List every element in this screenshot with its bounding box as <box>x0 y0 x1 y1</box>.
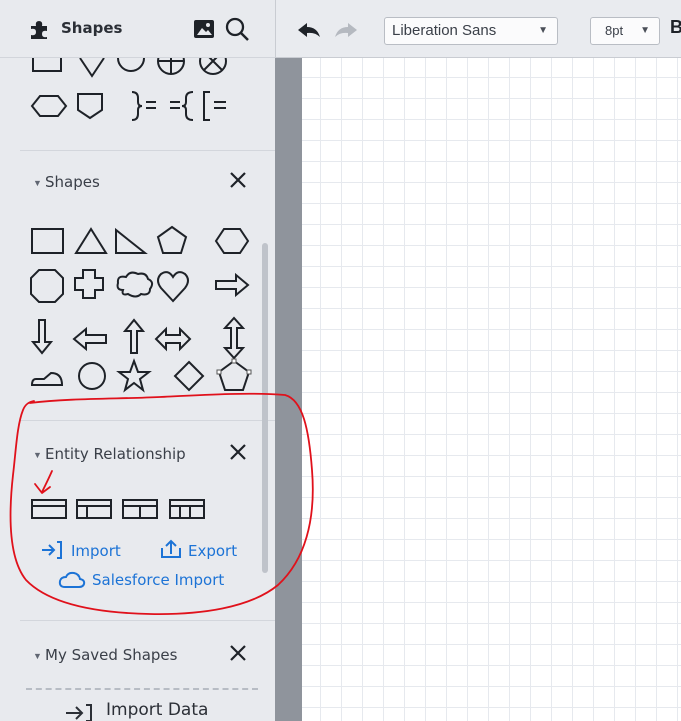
shape-heart[interactable] <box>157 271 189 303</box>
bold-button[interactable]: B <box>670 17 681 38</box>
close-icon[interactable] <box>226 168 250 192</box>
shape-octagon[interactable] <box>30 269 64 303</box>
top-toolbar: Liberation Sans ▼ 8pt ▼ B <box>275 0 681 58</box>
close-icon[interactable] <box>226 641 250 665</box>
sidebar-header: Shapes <box>0 0 275 58</box>
shape-bracket[interactable] <box>203 91 210 121</box>
section-header-entity-relationship[interactable]: ▼ Entity Relationship <box>0 430 275 480</box>
basic-shapes-grid <box>0 222 270 407</box>
saved-shapes-dropzone[interactable] <box>26 688 258 690</box>
app-window: ▼ Shapes ▼ Entity Relationship Import Ex… <box>0 0 681 721</box>
shape-offpage-reference[interactable] <box>77 93 103 120</box>
shape-double-arrow-horizontal[interactable] <box>154 326 192 352</box>
entity-shape-1[interactable] <box>31 499 67 519</box>
shape-manual-input[interactable] <box>30 371 64 386</box>
shape-pentagon[interactable] <box>156 225 188 254</box>
redo-icon[interactable] <box>333 20 359 42</box>
shape-star[interactable] <box>116 358 152 393</box>
import-data-button[interactable]: Import Data <box>106 700 208 720</box>
image-icon[interactable] <box>192 18 216 40</box>
section-divider <box>20 420 275 421</box>
font-size-value: 8pt <box>605 23 624 38</box>
shape-cross[interactable] <box>74 269 104 299</box>
import-icon[interactable] <box>40 540 64 560</box>
close-icon[interactable] <box>226 440 250 464</box>
shape-brace2-lines <box>170 101 180 109</box>
shape-down-arrow[interactable] <box>30 319 54 355</box>
font-family-select[interactable]: Liberation Sans ▼ <box>384 17 558 45</box>
shape-left-arrow[interactable] <box>72 326 107 352</box>
shape-triangle[interactable] <box>74 227 108 254</box>
shape-left-brace[interactable] <box>181 91 194 121</box>
font-family-value: Liberation Sans <box>392 22 497 39</box>
export-icon[interactable] <box>159 538 183 560</box>
shape-cloud[interactable] <box>116 271 154 298</box>
export-link[interactable]: Export <box>188 542 237 560</box>
search-icon[interactable] <box>224 16 250 42</box>
shape-library-panel: ▼ Shapes ▼ Entity Relationship Import Ex… <box>0 0 275 721</box>
undo-icon[interactable] <box>296 20 322 42</box>
font-size-select[interactable]: 8pt ▼ <box>590 17 660 45</box>
shape-brace-annotation[interactable] <box>131 91 143 121</box>
sidebar-scrollbar[interactable] <box>262 243 268 573</box>
section-header-my-saved-shapes[interactable]: ▼ My Saved Shapes <box>0 631 275 681</box>
cloud-icon[interactable] <box>58 570 86 590</box>
caret-down-icon[interactable]: ▼ <box>33 651 42 661</box>
section-title-my-saved-shapes: My Saved Shapes <box>45 646 178 664</box>
shape-diamond[interactable] <box>173 360 205 392</box>
selection-handles <box>216 358 252 375</box>
salesforce-import-link[interactable]: Salesforce Import <box>92 571 224 589</box>
caret-down-icon[interactable]: ▼ <box>33 450 42 460</box>
dropdown-arrow-icon: ▼ <box>538 25 548 36</box>
shape-bracket-lines <box>214 101 226 109</box>
caret-down-icon[interactable]: ▼ <box>33 178 42 188</box>
shape-double-arrow-vertical[interactable] <box>222 316 246 360</box>
dropdown-arrow-icon: ▼ <box>640 25 650 36</box>
shape-pentagon-selected[interactable] <box>217 359 251 391</box>
shape-circle[interactable] <box>78 362 106 390</box>
import-data-icon[interactable] <box>64 703 94 721</box>
shape-merge[interactable] <box>79 57 105 78</box>
puzzle-icon <box>31 21 47 39</box>
drawing-canvas[interactable] <box>302 58 681 721</box>
entity-shape-2[interactable] <box>76 499 112 519</box>
sidebar-title: Shapes <box>61 19 123 37</box>
shape-up-arrow[interactable] <box>122 318 146 354</box>
shape-right-arrow[interactable] <box>215 272 250 298</box>
shape-circle[interactable] <box>117 57 145 72</box>
shape-brace-lines <box>146 101 156 109</box>
section-title-shapes: Shapes <box>45 173 100 191</box>
shape-display[interactable] <box>30 95 68 117</box>
entity-shape-3[interactable] <box>122 499 158 519</box>
entity-shape-4[interactable] <box>169 499 205 519</box>
shape-right-triangle[interactable] <box>115 227 148 254</box>
section-divider <box>20 150 275 151</box>
panel-splitter[interactable] <box>275 0 302 721</box>
import-link[interactable]: Import <box>71 542 121 560</box>
section-header-shapes[interactable]: ▼ Shapes <box>0 158 275 208</box>
shape-rectangle[interactable] <box>31 228 64 254</box>
section-title-entity-relationship: Entity Relationship <box>45 445 186 463</box>
shape-hexagon[interactable] <box>214 228 250 254</box>
standard-shapes-row-partial <box>0 47 270 147</box>
section-divider <box>20 620 275 621</box>
entity-shapes-row <box>0 498 270 533</box>
